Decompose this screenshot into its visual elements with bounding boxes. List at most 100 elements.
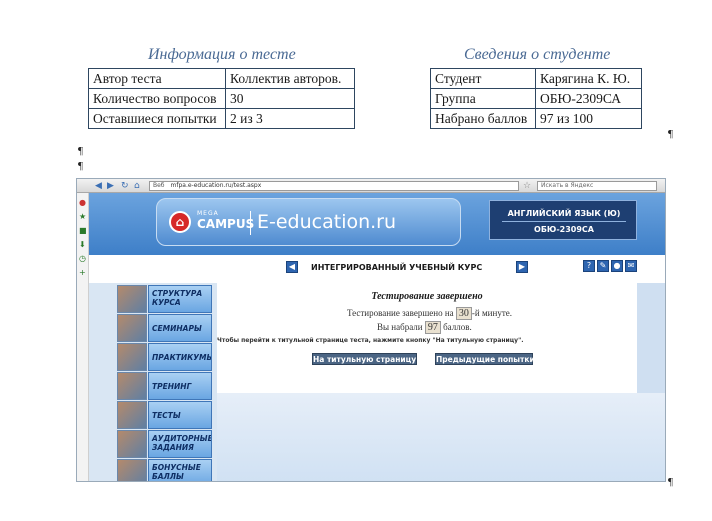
menu-item-tests[interactable]: Тесты [117, 401, 213, 429]
page-lower-area [217, 393, 665, 481]
logo-campus-text: CAMPUS [197, 217, 255, 231]
logo-site-name: E-education.ru [257, 211, 397, 233]
table-cell: 97 из 100 [535, 108, 642, 129]
menu-thumbnail [117, 430, 147, 458]
result-hint: Чтобы перейти к титульной странице теста… [217, 337, 524, 344]
logo-mega-text: MEGA [197, 210, 219, 217]
menu-thumbnail [117, 401, 147, 429]
course-group: ОБЮ-2309СА [534, 225, 594, 234]
table-cell: 2 из 3 [225, 108, 355, 129]
course-badge: АНГЛИЙСКИЙ ЯЗЫК (Ю) ОБЮ-2309СА [489, 200, 637, 240]
bookmark-star-icon[interactable]: ☆ [523, 181, 531, 191]
table-cell: ОБЮ-2309СА [535, 88, 642, 109]
previous-attempts-button[interactable]: Предыдущие попытки [435, 353, 535, 365]
forward-icon[interactable]: ▶ [107, 181, 114, 191]
paragraph-mark: ¶ [78, 160, 83, 172]
table-cell: Коллектив авторов. [225, 68, 355, 89]
star-icon[interactable]: ★ [79, 213, 87, 221]
nav-title: ИНТЕГРИРОВАННЫЙ УЧЕБНЫЙ КУРС [311, 263, 483, 272]
mail-icon[interactable]: ✉ [625, 260, 637, 272]
download-icon[interactable]: ⬇ [79, 241, 87, 249]
result-score-prefix: Вы набрали [377, 322, 423, 332]
result-time-prefix: Тестирование завершено на [347, 308, 454, 318]
prev-arrow-icon[interactable]: ◀ [286, 261, 298, 273]
browser-screenshot: ◀ ▶ ↻ ⌂ Веб mfpa.e-education.ru/test.aspx… [76, 178, 666, 482]
table-row: Автор теста Коллектив авторов. [88, 68, 355, 89]
menu-item-practicums[interactable]: Практикумы [117, 343, 213, 371]
menu-item-classroom[interactable]: Аудиторные задания [117, 430, 213, 458]
menu-thumbnail [117, 343, 147, 371]
next-arrow-icon[interactable]: ▶ [516, 261, 528, 273]
test-info-table: Автор теста Коллектив авторов. Количеств… [88, 68, 355, 129]
menu-item-training[interactable]: Тренинг [117, 372, 213, 400]
title-page-button[interactable]: На титульную страницу [312, 353, 417, 365]
home-icon[interactable]: ⌂ [134, 181, 140, 191]
address-url: mfpa.e-education.ru/test.aspx [170, 182, 262, 189]
table-cell: 30 [225, 88, 355, 109]
result-title: Тестирование завершено [371, 291, 483, 302]
note-icon[interactable]: ■ [79, 227, 87, 235]
result-score-suffix: баллов. [443, 322, 472, 332]
table-cell: Группа [430, 88, 536, 109]
table-row: Студент Карягина К. Ю. [430, 68, 642, 89]
paragraph-mark: ¶ [668, 476, 673, 488]
web-page: ⌂ MEGA CAMPUS E-education.ru АНГЛИЙСКИЙ … [89, 193, 665, 481]
logo-divider [250, 211, 251, 235]
menu-item-label: Структура курса [148, 285, 212, 313]
table-cell: Карягина К. Ю. [535, 68, 642, 89]
site-header: ⌂ MEGA CAMPUS E-education.ru АНГЛИЙСКИЙ … [89, 193, 665, 255]
table-row: Количество вопросов 30 [88, 88, 355, 109]
edit-icon[interactable]: ✎ [597, 260, 609, 272]
menu-thumbnail [117, 459, 147, 481]
menu-thumbnail [117, 372, 147, 400]
site-logo[interactable]: ⌂ MEGA CAMPUS E-education.ru [156, 198, 461, 246]
result-time-line: Тестирование завершено на 30 -й минуте. [347, 307, 512, 320]
table-cell: Студент [430, 68, 536, 89]
table-row: Оставшиеся попытки 2 из 3 [88, 108, 355, 129]
paragraph-mark: ¶ [668, 128, 673, 140]
help-icon[interactable]: ? [583, 260, 595, 272]
student-info-table: Студент Карягина К. Ю. Группа ОБЮ-2309СА… [430, 68, 642, 129]
menu-item-label: Практикумы [148, 343, 212, 371]
reload-icon[interactable]: ↻ [121, 181, 129, 191]
add-icon[interactable]: + [79, 269, 87, 277]
menu-item-label: Тренинг [148, 372, 212, 400]
address-tag: Веб [153, 182, 165, 189]
right-pane [637, 283, 665, 393]
table-row: Группа ОБЮ-2309СА [430, 88, 642, 109]
menu-item-bonus[interactable]: Бонусные баллы [117, 459, 213, 481]
menu-item-label: Аудиторные задания [148, 430, 212, 458]
user-icon[interactable]: ● [611, 260, 623, 272]
browser-toolbar: ◀ ▶ ↻ ⌂ Веб mfpa.e-education.ru/test.aspx… [77, 179, 665, 193]
menu-item-label: Тесты [148, 401, 212, 429]
table-cell: Автор теста [88, 68, 226, 89]
course-navbar: ◀ ИНТЕГРИРОВАННЫЙ УЧЕБНЫЙ КУРС ▶ ? ✎ ● ✉ [89, 255, 665, 283]
menu-item-structure[interactable]: Структура курса [117, 285, 213, 313]
search-input[interactable]: Искать в Яндекс [537, 181, 657, 191]
menu-item-label: Бонусные баллы [148, 459, 212, 481]
course-divider [502, 221, 626, 222]
address-bar[interactable]: Веб mfpa.e-education.ru/test.aspx [149, 181, 519, 191]
table-cell: Количество вопросов [88, 88, 226, 109]
paragraph-mark: ¶ [78, 145, 83, 157]
megacampus-logo-icon: ⌂ [169, 211, 191, 233]
menu-thumbnail [117, 285, 147, 313]
back-icon[interactable]: ◀ [95, 181, 102, 191]
browser-sidebar: ● ★ ■ ⬇ ◷ + [77, 193, 89, 481]
course-name: АНГЛИЙСКИЙ ЯЗЫК (Ю) [507, 209, 621, 218]
stop-icon[interactable]: ● [79, 199, 87, 207]
table-row: Набрано баллов 97 из 100 [430, 108, 642, 129]
menu-thumbnail [117, 314, 147, 342]
test-result-panel: Тестирование завершено Тестирование заве… [217, 283, 637, 393]
test-info-heading: Информация о тесте [148, 46, 296, 63]
result-score-line: Вы набрали 97 баллов. [377, 321, 472, 334]
student-info-heading: Сведения о студенте [464, 46, 611, 63]
result-time-suffix: -й минуте. [471, 308, 512, 318]
history-icon[interactable]: ◷ [79, 255, 87, 263]
menu-item-label: Семинары [148, 314, 212, 342]
result-score: 97 [424, 321, 441, 334]
table-cell: Оставшиеся попытки [88, 108, 226, 129]
course-menu: Структура курса Семинары Практикумы Трен… [117, 283, 215, 481]
menu-item-seminars[interactable]: Семинары [117, 314, 213, 342]
result-minute: 30 [455, 307, 472, 320]
